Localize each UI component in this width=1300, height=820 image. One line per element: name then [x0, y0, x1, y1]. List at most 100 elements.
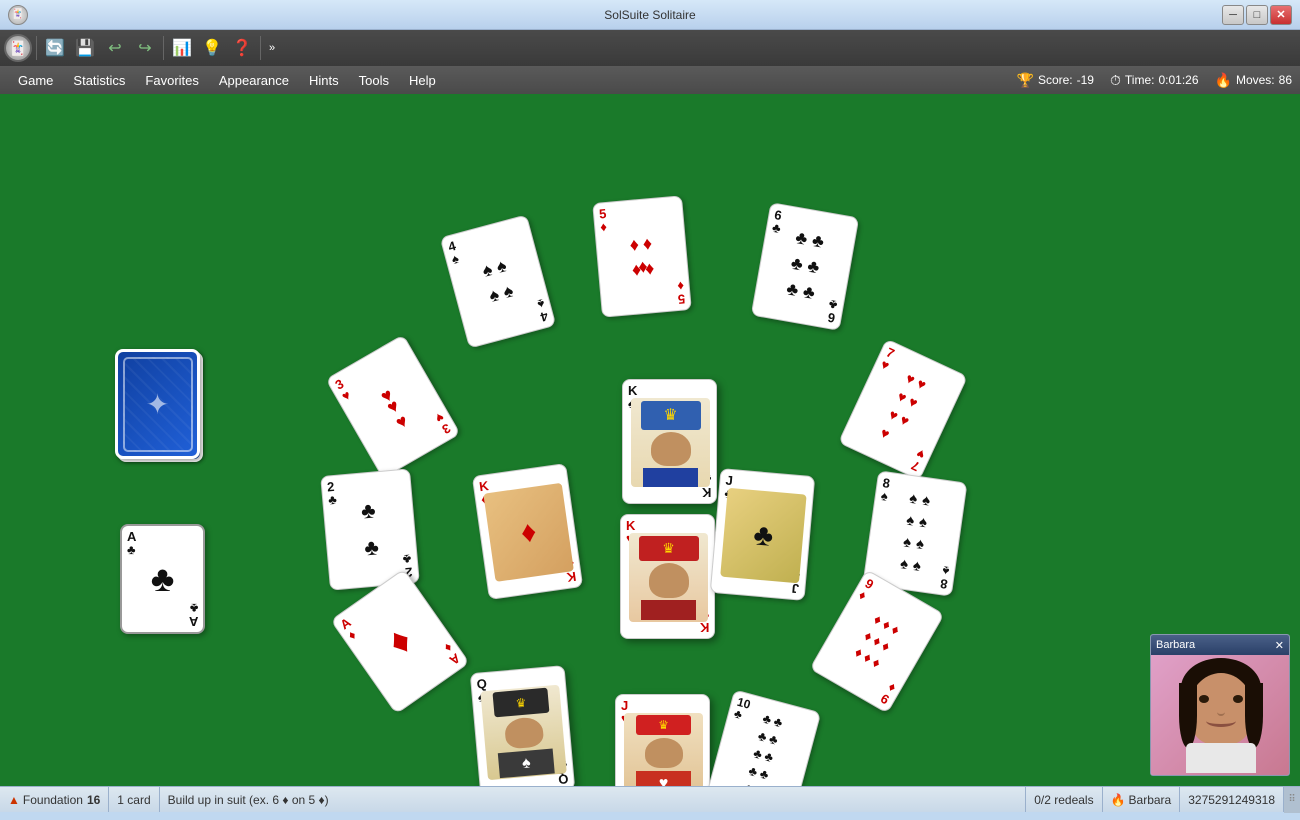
- cards-count-label: 1 card: [117, 793, 150, 807]
- 9d-pips: ♦♦♦♦♦♦♦♦♦: [852, 610, 903, 670]
- title-bar-left: 🃏: [8, 5, 28, 25]
- window-controls: ─ □ ✕: [1222, 5, 1292, 25]
- avatar-smile: [1206, 715, 1236, 727]
- card-jack-clubs[interactable]: J♣ J♣ ♣: [710, 468, 816, 601]
- player-icon: 🔥: [1111, 793, 1126, 807]
- card-4-spades[interactable]: 4♠ 4♠ ♠♠♠♠: [440, 214, 557, 348]
- toolbar-redo-button[interactable]: ↪: [131, 34, 159, 62]
- card-ace-diamonds[interactable]: A♦ A♦ ♦: [330, 569, 470, 715]
- status-bar-gripper[interactable]: ⠿: [1284, 787, 1300, 813]
- 6c-pips: ♣♣♣♣♣♣: [785, 227, 826, 304]
- avatar-close-button[interactable]: ✕: [1275, 639, 1284, 652]
- deck-card-top[interactable]: ✦: [115, 349, 200, 459]
- card-king-spades[interactable]: K♠ K♠ ♛: [622, 379, 717, 504]
- clock-icon: ⏱: [1110, 72, 1121, 89]
- 2c-corner-tl: 2♣: [327, 480, 338, 507]
- 4s-corner-br: 4♠: [536, 297, 550, 324]
- card-3-hearts[interactable]: 3♥ 3♥ ♥ ♥ ♥: [325, 334, 460, 479]
- card-jack-hearts[interactable]: J♥ J♥ ♛ ♥: [615, 694, 710, 786]
- avatar-face-container: [1171, 658, 1271, 773]
- menu-favorites[interactable]: Favorites: [135, 69, 208, 92]
- toolbar: 🃏 🔄 💾 ↩ ↪ 📊 💡 ❓ »: [0, 30, 1300, 66]
- menu-tools[interactable]: Tools: [349, 69, 399, 92]
- ace-corner-tl: A♣: [127, 530, 136, 556]
- 5d-corner-tl: 5♦: [599, 207, 608, 234]
- status-seed: 3275291249318: [1180, 787, 1284, 812]
- score-label: Score:: [1038, 73, 1073, 87]
- menu-appearance[interactable]: Appearance: [209, 69, 299, 92]
- 6c-corner-tl: 6♣: [771, 208, 784, 235]
- menu-statistics[interactable]: Statistics: [63, 69, 135, 92]
- foundation-icon: ▲: [8, 793, 20, 807]
- toolbar-undo-button[interactable]: ↩: [101, 34, 129, 62]
- status-redeals: 0/2 redeals: [1026, 787, 1102, 812]
- foundation-label: Foundation: [23, 793, 83, 807]
- card-king-hearts[interactable]: K♥ K♥ ♛: [620, 514, 715, 639]
- foundation-count: 16: [87, 793, 100, 807]
- 6c-corner-br: 6♣: [826, 298, 839, 325]
- 5d-center-pip: ♦: [637, 256, 648, 278]
- player-name: Barbara: [1129, 793, 1172, 807]
- avatar-eye-right: [1233, 695, 1243, 703]
- menu-bar: Game Statistics Favorites Appearance Hin…: [0, 66, 1300, 94]
- card-queen-spades[interactable]: Q♠ Q♠ ♛ ♠: [470, 665, 576, 786]
- kh-robe: [641, 600, 696, 620]
- 5d-corner-br: 5♦: [676, 280, 685, 307]
- ace-clubs-card[interactable]: A♣ A♣ ♣: [120, 524, 205, 634]
- avatar-face-skin: [1189, 673, 1253, 745]
- status-foundation: ▲ Foundation 16: [0, 787, 109, 812]
- 9d-corner-br: 9♦: [878, 680, 897, 706]
- build-rule-text: Build up in suit (ex. 6 ♦ on 5 ♦): [168, 793, 329, 807]
- jh-robe: ♥: [636, 771, 691, 786]
- player-avatar-panel: Barbara ✕: [1150, 634, 1290, 776]
- 8s-corner-br: 8♠: [939, 564, 950, 591]
- status-cards-count: 1 card: [109, 787, 159, 812]
- avatar-hair-left: [1179, 683, 1197, 748]
- 9d-corner-tl: 9♦: [856, 577, 875, 603]
- moves-icon: 🔥: [1215, 72, 1232, 89]
- 10c-corner-tl: 10♣: [733, 696, 752, 723]
- title-bar: 🃏 SolSuite Solitaire ─ □ ✕: [0, 0, 1300, 30]
- app-logo-button[interactable]: 🃏: [4, 34, 32, 62]
- card-10-clubs[interactable]: 10♣ 10♣ ♣♣♣♣♣♣♣♣♣♣: [705, 689, 822, 786]
- toolbar-sep-2: [163, 36, 164, 60]
- toolbar-stats-button[interactable]: 📊: [168, 34, 196, 62]
- game-area[interactable]: ✦ A♣ A♣ ♣ 5♦ 5♦ ♦♦♦♦ ♦ 6♣ 6♣ ♣♣♣♣♣♣ 4♠ 4…: [0, 94, 1300, 786]
- kd-face: ♦: [483, 483, 574, 582]
- menu-help[interactable]: Help: [399, 69, 446, 92]
- 8s-corner-tl: 8♠: [880, 476, 891, 503]
- toolbar-hint-button[interactable]: 💡: [198, 34, 226, 62]
- menu-hints[interactable]: Hints: [299, 69, 349, 92]
- avatar-eye-left: [1199, 695, 1209, 703]
- time-value: 0:01:26: [1158, 73, 1198, 87]
- kh-crown: ♛: [639, 536, 699, 561]
- close-button[interactable]: ✕: [1270, 5, 1292, 25]
- ad-corner-tl: A♦: [338, 615, 361, 642]
- toolbar-help-button[interactable]: ❓: [228, 34, 256, 62]
- avatar-titlebar: Barbara ✕: [1151, 635, 1289, 655]
- ks-robe: [643, 468, 698, 487]
- maximize-button[interactable]: □: [1246, 5, 1268, 25]
- minimize-button[interactable]: ─: [1222, 5, 1244, 25]
- card-5-diamonds[interactable]: 5♦ 5♦ ♦♦♦♦ ♦: [592, 195, 692, 317]
- jc-face: ♣: [720, 488, 806, 584]
- toolbar-save-button[interactable]: 💾: [71, 34, 99, 62]
- 2c-pip-top: ♣: [360, 497, 377, 524]
- ks-face: ♛: [631, 398, 710, 487]
- card-6-clubs[interactable]: 6♣ 6♣ ♣♣♣♣♣♣: [751, 202, 860, 331]
- menu-game[interactable]: Game: [8, 69, 63, 92]
- gripper-icon: ⠿: [1288, 794, 1295, 805]
- moves-display: 🔥 Moves: 86: [1215, 72, 1292, 89]
- jh-face: ♛ ♥: [624, 713, 703, 786]
- card-7-hearts[interactable]: 7♥ 7♥ ♥♥♥♥♥♥♥: [838, 338, 968, 480]
- 3h-corner-br: 3♥: [433, 410, 453, 436]
- trophy-icon: 🏆: [1017, 72, 1034, 89]
- score-area: 🏆 Score: -19 ⏱ Time: 0:01:26 🔥 Moves: 86: [1017, 72, 1292, 89]
- toolbar-new-button[interactable]: 🔄: [41, 34, 69, 62]
- toolbar-sep-1: [36, 36, 37, 60]
- moves-label: Moves:: [1236, 73, 1275, 87]
- 7h-corner-tl: 7♥: [879, 345, 897, 372]
- avatar-nose: [1217, 708, 1225, 716]
- card-king-diamonds[interactable]: K♦ K♦ ♦: [472, 463, 583, 600]
- qs-robe: ♠: [498, 748, 555, 778]
